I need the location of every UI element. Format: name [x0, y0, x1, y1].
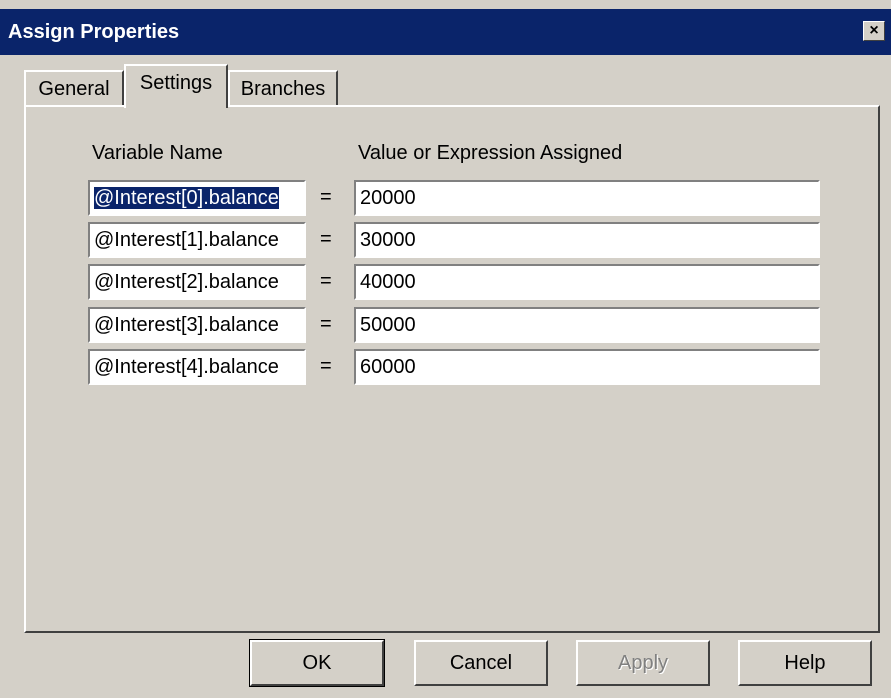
- value-field-1[interactable]: 30000: [354, 222, 820, 258]
- help-button[interactable]: Help: [738, 640, 872, 686]
- value-field-2[interactable]: 40000: [354, 264, 820, 300]
- apply-button[interactable]: Apply: [576, 640, 710, 686]
- equals-sign: =: [320, 355, 332, 377]
- value-header: Value or Expression Assigned: [358, 142, 623, 164]
- cancel-button[interactable]: Cancel: [414, 640, 548, 686]
- equals-sign: =: [320, 270, 332, 292]
- window-title: Assign Properties: [8, 21, 180, 43]
- equals-sign: =: [320, 228, 332, 250]
- value-field-0[interactable]: 20000: [354, 180, 820, 216]
- variable-field-2[interactable]: @Interest[2].balance: [88, 264, 306, 300]
- tab-branches[interactable]: Branches: [228, 70, 338, 106]
- close-icon[interactable]: ×: [863, 21, 885, 41]
- title-bar: Assign Properties ×: [0, 9, 891, 55]
- value-field-4[interactable]: 60000: [354, 349, 820, 385]
- tab-general[interactable]: General: [24, 70, 124, 106]
- ok-button[interactable]: OK: [249, 639, 385, 687]
- equals-sign: =: [320, 186, 332, 208]
- variable-field-3[interactable]: @Interest[3].balance: [88, 307, 306, 343]
- tab-settings[interactable]: Settings: [124, 64, 228, 108]
- variable-field-0[interactable]: @Interest[0].balance: [88, 180, 306, 216]
- variable-field-1[interactable]: @Interest[1].balance: [88, 222, 306, 258]
- variable-field-4[interactable]: @Interest[4].balance: [88, 349, 306, 385]
- value-field-3[interactable]: 50000: [354, 307, 820, 343]
- equals-sign: =: [320, 313, 332, 335]
- variable-name-header: Variable Name: [92, 142, 223, 164]
- variable-text-0: @Interest[0].balance: [94, 187, 279, 209]
